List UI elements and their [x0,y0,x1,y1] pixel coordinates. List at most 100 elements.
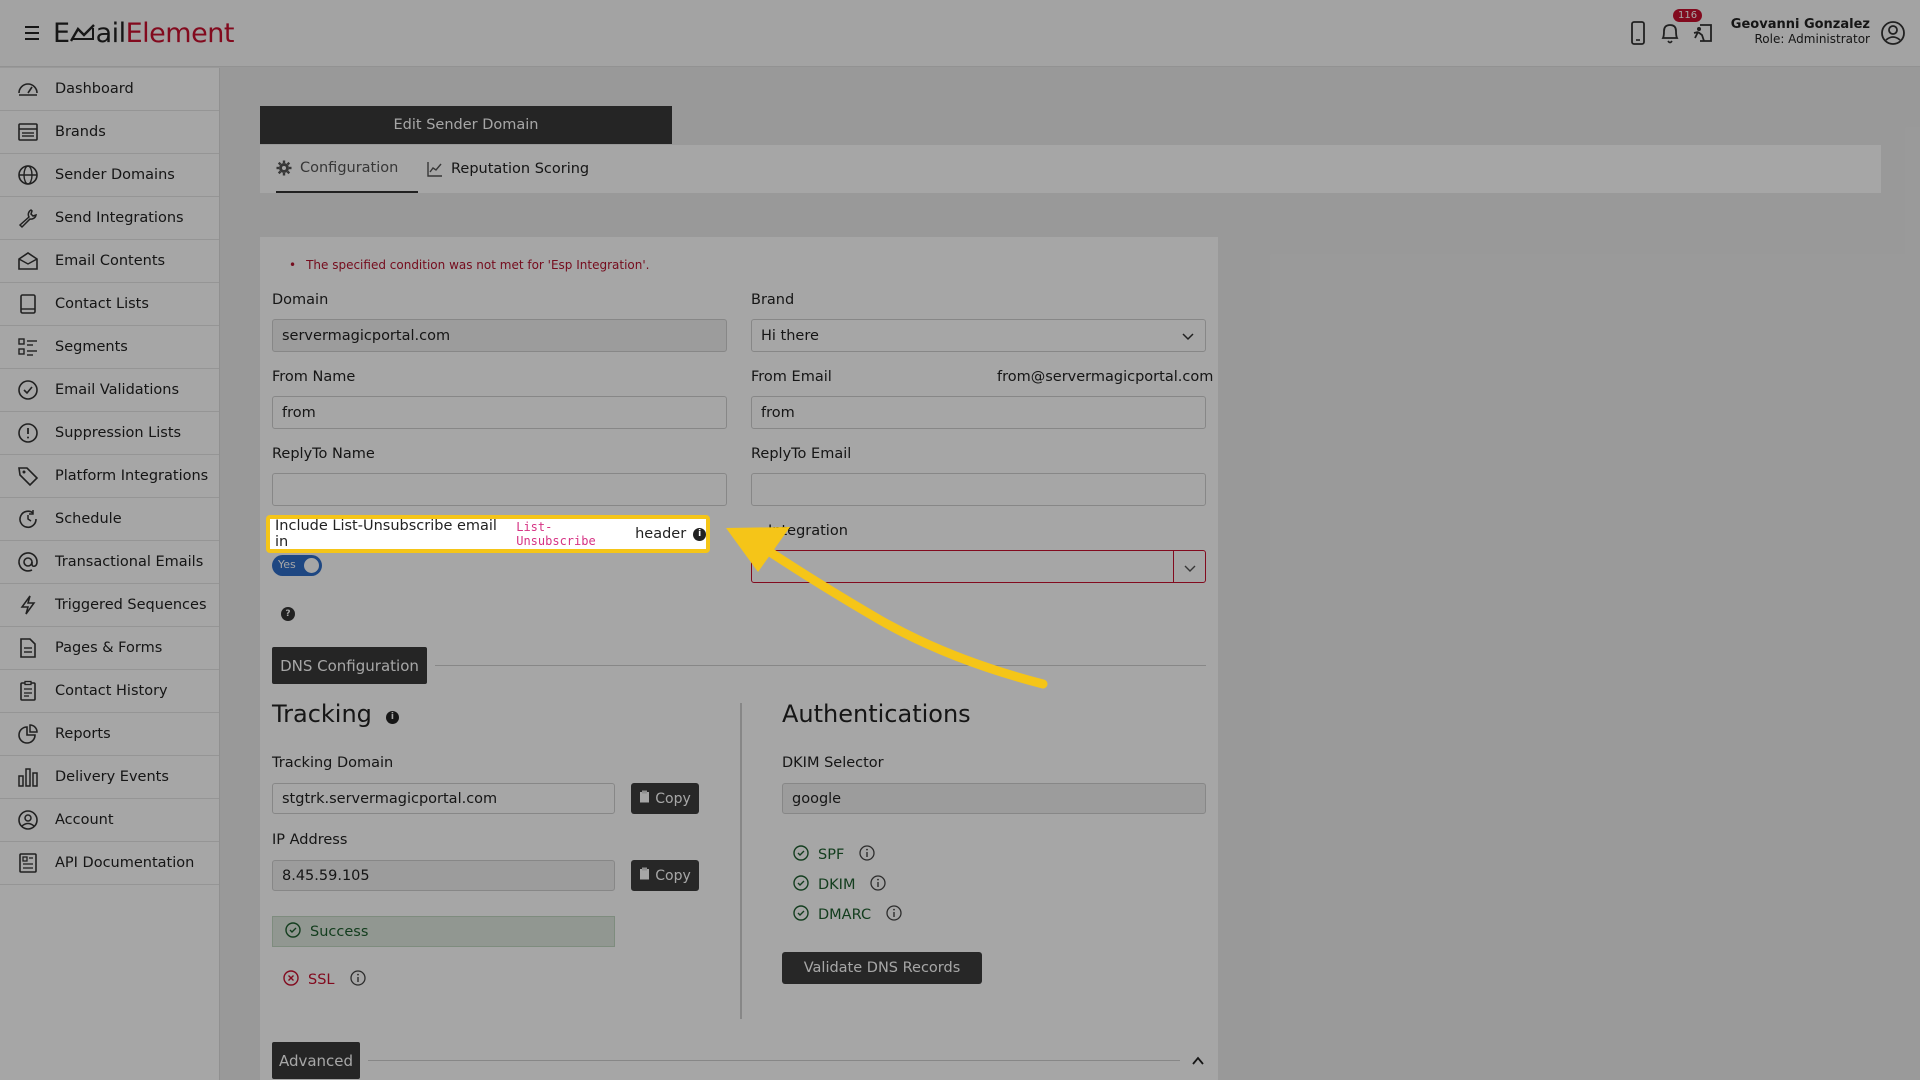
domain-field[interactable]: servermagicportal.com [272,319,727,352]
check-circle-icon [285,921,301,942]
sidebar-item-dashboard[interactable]: Dashboard [0,68,219,111]
sidebar-item-contact-history[interactable]: Contact History [0,670,219,713]
clipboard-icon [639,790,650,807]
sidebar-item-sender-domains[interactable]: Sender Domains [0,154,219,197]
app-logo[interactable]: EailElement [53,18,234,49]
card-title: Edit Sender Domain [260,106,672,144]
gear-icon [276,160,292,176]
user-name: Geovanni Gonzalez [1730,17,1870,32]
bell-icon[interactable] [1657,20,1683,46]
pie-chart-icon [15,721,41,747]
from-name-label: From Name [272,369,356,385]
reply-to-name-label: ReplyTo Name [272,446,375,462]
chevron-down-icon [1183,560,1197,579]
sidebar-item-delivery-events[interactable]: Delivery Events [0,756,219,799]
from-email-label: From Email [751,369,832,385]
divider [435,665,1206,666]
sidebar-item-api-documentation[interactable]: API Documentation [0,842,219,885]
check-circle-icon [793,905,809,925]
at-icon [15,549,41,575]
clock-icon [15,506,41,532]
list-unsubscribe-option-highlight[interactable]: Include List-Unsubscribe email in List-U… [266,515,710,553]
brand-select[interactable]: Hi there [751,319,1206,352]
exit-icon[interactable] [1690,20,1716,46]
copy-ip-address-button[interactable]: Copy [631,860,699,891]
hamburger-menu-icon[interactable] [20,21,44,45]
brand-label: Brand [751,292,795,308]
logo-envelope-icon [69,24,95,42]
from-email-address: from@servermagicportal.com [997,369,1214,385]
ip-address-field[interactable]: 8.45.59.105 [272,860,615,891]
wrench-icon [15,205,41,231]
tracking-domain-field[interactable]: stgtrk.servermagicportal.com [272,783,615,814]
info-icon[interactable]: i [385,710,399,724]
sidebar-item-suppression-lists[interactable]: Suppression Lists [0,412,219,455]
integration-select[interactable] [751,550,1206,583]
info-circle-icon[interactable] [349,970,366,990]
validation-error: The specified condition was not met for … [289,258,649,272]
dns-configuration-button[interactable]: DNS Configuration [272,647,427,684]
sidebar-item-reports[interactable]: Reports [0,713,219,756]
authentications-heading: Authentications [782,700,971,728]
info-circle-icon[interactable] [886,905,902,925]
success-status: Success [272,916,615,947]
from-name-field[interactable]: from [272,396,727,429]
bar-chart-icon [15,764,41,790]
sidebar-nav: Dashboard Brands Sender Domains Send Int… [0,68,220,1080]
clipboard-icon [15,678,41,704]
validate-dns-records-button[interactable]: Validate DNS Records [782,952,982,984]
sidebar-item-segments[interactable]: Segments [0,326,219,369]
sidebar-item-send-integrations[interactable]: Send Integrations [0,197,219,240]
copy-tracking-domain-button[interactable]: Copy [631,783,699,814]
sidebar-item-triggered-sequences[interactable]: Triggered Sequences [0,584,219,627]
bolt-icon [15,592,41,618]
check-circle-icon [793,845,809,865]
integration-label: Integration [768,523,848,539]
domain-label: Domain [272,292,329,308]
list-icon [15,334,41,360]
list-unsubscribe-toggle[interactable]: Yes [272,555,322,576]
user-avatar-icon[interactable] [1880,20,1906,46]
help-icon[interactable]: ? [281,607,295,621]
reply-to-email-field[interactable] [751,473,1206,506]
dashboard-icon [15,76,41,102]
user-circle-icon [15,807,41,833]
sidebar-item-email-validations[interactable]: Email Validations [0,369,219,412]
book-icon [15,291,41,317]
user-role: Role: Administrator [1754,32,1870,46]
api-doc-icon [15,850,41,876]
info-icon[interactable]: i [693,527,707,541]
sidebar-item-contact-lists[interactable]: Contact Lists [0,283,219,326]
advanced-button[interactable]: Advanced [272,1042,360,1079]
tab-configuration[interactable]: Configuration [276,145,419,193]
line-chart-icon [427,161,443,177]
dmarc-status: DMARC [793,905,902,925]
mobile-icon[interactable] [1625,20,1651,46]
sidebar-item-brands[interactable]: Brands [0,111,219,154]
sidebar-item-schedule[interactable]: Schedule [0,498,219,541]
dkim-selector-field[interactable]: google [782,783,1206,814]
info-circle-icon[interactable] [870,875,887,895]
tabs-bar: Configuration Reputation Scoring [260,145,1881,193]
chevron-up-icon[interactable] [1191,1053,1205,1072]
chevron-down-icon [1181,329,1195,347]
divider [368,1060,1180,1061]
check-circle-icon [15,377,41,403]
tag-icon [15,463,41,489]
reply-to-email-label: ReplyTo Email [751,446,852,462]
dkim-status: DKIM [793,875,887,895]
info-circle-icon[interactable] [859,845,875,865]
globe-icon [15,162,41,188]
sidebar-item-transactional-emails[interactable]: Transactional Emails [0,541,219,584]
sidebar-item-email-contents[interactable]: Email Contents [0,240,219,283]
envelope-icon [15,248,41,274]
from-email-field[interactable]: from [751,396,1206,429]
sidebar-item-pages-forms[interactable]: Pages & Forms [0,627,219,670]
reply-to-name-field[interactable] [272,473,727,506]
sidebar-item-platform-integrations[interactable]: Platform Integrations [0,455,219,498]
ip-address-label: IP Address [272,832,348,848]
sidebar-item-account[interactable]: Account [0,799,219,842]
x-circle-icon [283,970,299,990]
tab-reputation-scoring[interactable]: Reputation Scoring [427,145,589,193]
brands-icon [15,119,41,145]
